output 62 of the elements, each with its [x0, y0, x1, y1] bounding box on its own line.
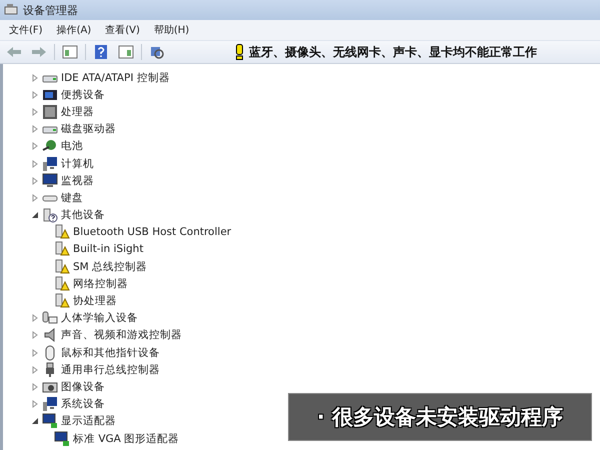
expand-arrow-icon[interactable]: [31, 194, 39, 202]
tree-item-label[interactable]: 声音、视频和游戏控制器: [61, 328, 182, 342]
console-tree-button[interactable]: [60, 43, 80, 61]
warning-device-icon: [54, 224, 70, 240]
tree-item-label[interactable]: IDE ATA/ATAPI 控制器: [61, 70, 170, 85]
tree-item-label[interactable]: 网络控制器: [73, 276, 128, 291]
expand-arrow-icon[interactable]: [31, 382, 39, 391]
tree-item-label[interactable]: 计算机: [61, 156, 94, 171]
tree-item-label[interactable]: Built-in iSight: [73, 243, 144, 256]
tree-item-label[interactable]: 通用串行总线控制器: [61, 362, 160, 377]
collapse-arrow-icon[interactable]: [31, 417, 39, 426]
input-device-icon: [42, 310, 58, 326]
collapse-arrow-icon[interactable]: [31, 211, 39, 220]
expand-arrow-icon[interactable]: [31, 108, 39, 116]
menu-item[interactable]: 查看(V): [105, 23, 140, 37]
menu-item[interactable]: 操作(A): [56, 23, 92, 37]
chip-icon: [42, 104, 58, 120]
tree-item-label[interactable]: 图像设备: [61, 380, 105, 394]
tree-item-label[interactable]: 磁盘驱动器: [61, 122, 116, 136]
tree-item-label[interactable]: Bluetooth USB Host Controller: [73, 226, 232, 238]
tree-item-label[interactable]: 其他设备: [61, 208, 105, 222]
computer-icon: [42, 156, 58, 172]
tree-item-label[interactable]: 处理器: [61, 104, 94, 119]
expand-arrow-icon[interactable]: [31, 160, 39, 168]
warning-device-icon: [54, 293, 70, 310]
tree-item-label[interactable]: 监视器: [61, 174, 94, 188]
expand-arrow-icon[interactable]: [31, 400, 39, 408]
tree-item-label[interactable]: 便携设备: [61, 88, 105, 102]
expand-arrow-icon[interactable]: [31, 90, 39, 99]
tree-item-label[interactable]: 标准 VGA 图形适配器: [73, 432, 180, 446]
expand-arrow-icon[interactable]: [31, 142, 39, 150]
display-adapter-icon: [54, 430, 70, 447]
caption-text: 蓝牙、摄像头、无线网卡、声卡、显卡均不能正常工作: [249, 44, 537, 60]
expand-arrow-icon[interactable]: [31, 176, 39, 185]
expand-arrow-icon[interactable]: [31, 348, 39, 357]
tree-item-label[interactable]: 协处理器: [73, 294, 117, 308]
tree-item-label[interactable]: 键盘: [61, 190, 83, 205]
computer-icon: [42, 396, 58, 412]
device-manager-icon: [4, 4, 18, 16]
expand-arrow-icon[interactable]: [31, 314, 39, 322]
warning-device-icon: [54, 241, 70, 258]
warning-device-icon: [54, 258, 70, 275]
expand-arrow-icon[interactable]: [31, 366, 39, 374]
display-adapter-icon: [42, 413, 58, 430]
tree-item-label[interactable]: 人体学输入设备: [61, 311, 138, 326]
tree-item-label[interactable]: SM 总线控制器: [73, 260, 148, 274]
action-pane-button[interactable]: [116, 43, 136, 61]
expand-arrow-icon[interactable]: [31, 74, 39, 82]
warning-device-icon: [54, 276, 70, 292]
tree-item-label[interactable]: 鼠标和其他指针设备: [61, 346, 160, 360]
menu-item[interactable]: 帮助(H): [154, 23, 190, 37]
tree-item-label[interactable]: 显示适配器: [61, 414, 116, 428]
window-title: 设备管理器: [23, 2, 78, 18]
expand-arrow-icon[interactable]: [31, 125, 39, 134]
expand-arrow-icon[interactable]: [31, 331, 39, 340]
monitor-icon: [42, 172, 58, 189]
tree-item-label[interactable]: 系统设备: [61, 397, 105, 412]
tree-item-label[interactable]: 电池: [61, 139, 83, 154]
menu-item[interactable]: 文件(F): [9, 23, 43, 37]
caption-banner: · 很多设备未安装驱动程序: [288, 393, 592, 441]
unknown-device-icon: [42, 207, 58, 224]
exclamation-icon: [236, 44, 243, 60]
